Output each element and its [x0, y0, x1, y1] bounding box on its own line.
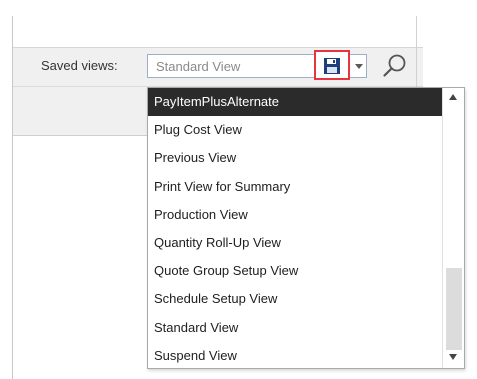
- top-band: [13, 16, 423, 47]
- dropdown-item[interactable]: Print View for Summary: [148, 173, 443, 201]
- chevron-down-icon[interactable]: [352, 56, 366, 76]
- save-view-button[interactable]: [314, 50, 350, 80]
- saved-views-dropdown-list: PayItemPlusAlternate Plug Cost View Previo…: [147, 87, 465, 369]
- dropdown-item[interactable]: Schedule Setup View: [148, 285, 443, 313]
- scrollbar-thumb[interactable]: [446, 268, 462, 350]
- dropdown-item[interactable]: Standard View: [148, 314, 443, 342]
- dropdown-item[interactable]: Quantity Roll-Up View: [148, 229, 443, 257]
- saved-views-label: Saved views:: [41, 58, 118, 73]
- search-icon[interactable]: [381, 52, 409, 80]
- scroll-down-arrow-icon[interactable]: [449, 354, 457, 360]
- dropdown-item[interactable]: Plug Cost View: [148, 116, 443, 144]
- dropdown-item[interactable]: Suspend View: [148, 342, 443, 370]
- dropdown-scrollbar[interactable]: [442, 88, 464, 368]
- dropdown-items: PayItemPlusAlternate Plug Cost View Previo…: [148, 88, 443, 370]
- app-window: Saved views: Standard View PayItemPlusAl…: [0, 0, 477, 379]
- dropdown-item[interactable]: Previous View: [148, 144, 443, 172]
- scroll-up-arrow-icon[interactable]: [449, 94, 457, 100]
- dropdown-item[interactable]: PayItemPlusAlternate: [148, 88, 443, 117]
- dropdown-item[interactable]: Production View: [148, 201, 443, 229]
- floppy-disk-icon: [324, 58, 340, 74]
- saved-views-combo-value: Standard View: [156, 59, 241, 74]
- dropdown-item[interactable]: Quote Group Setup View: [148, 257, 443, 285]
